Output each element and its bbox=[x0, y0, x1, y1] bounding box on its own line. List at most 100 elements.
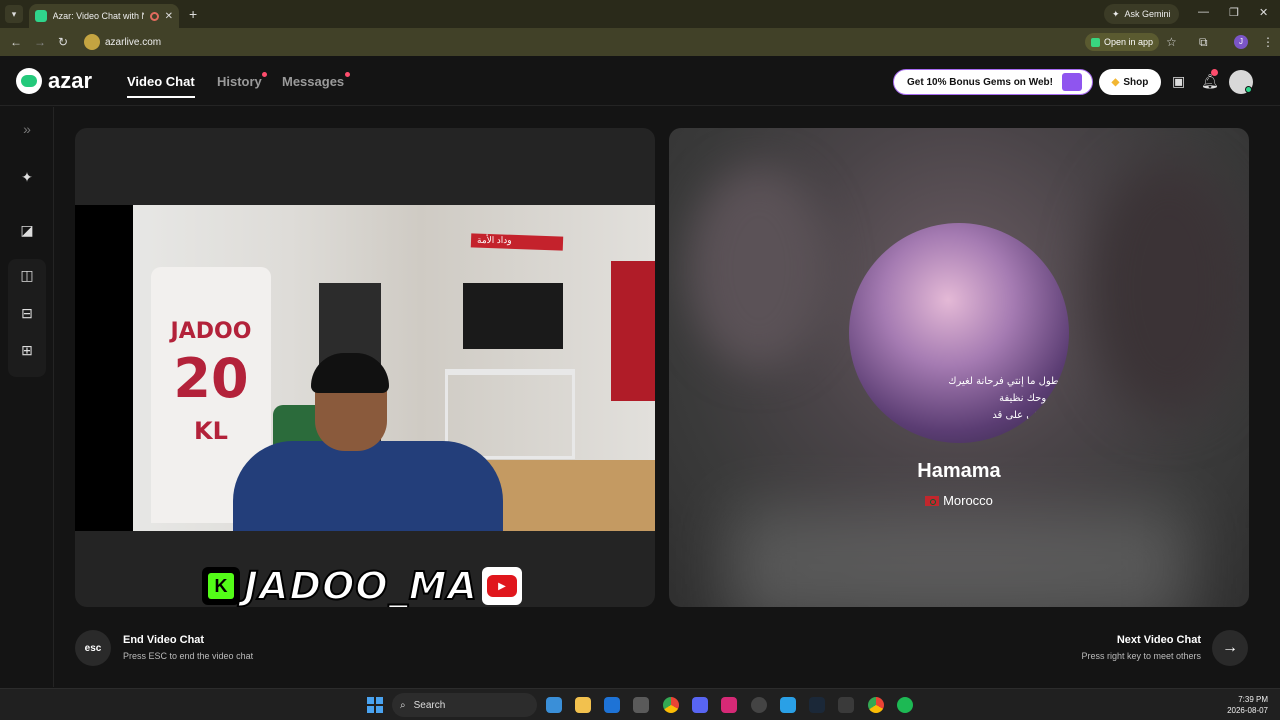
shop-label: Shop bbox=[1123, 76, 1149, 88]
layout-grid-icon[interactable]: ⊞ bbox=[19, 342, 35, 358]
arrow-right-icon: → bbox=[1222, 639, 1238, 656]
search-icon: ⌕ bbox=[400, 699, 406, 711]
windows-taskbar: ⌕ Search 7:39 PM 2026-08-07 bbox=[0, 688, 1280, 720]
outlook-icon[interactable] bbox=[604, 697, 620, 713]
expand-sidebar-icon[interactable]: » bbox=[19, 121, 35, 137]
open-in-app-label: Open in app bbox=[1104, 37, 1154, 47]
jersey-number: 20 bbox=[173, 347, 249, 410]
chrome-icon[interactable] bbox=[663, 697, 679, 713]
nav-history[interactable]: History bbox=[217, 74, 262, 89]
open-in-app-button[interactable]: Open in app bbox=[1085, 33, 1160, 51]
caption-line: بعطيكي على قد bbox=[992, 410, 1059, 421]
recording-icon bbox=[149, 11, 159, 21]
app-header: azar Video Chat History Messages Get 10%… bbox=[0, 56, 1280, 106]
browser-profile-icon[interactable]: J bbox=[1234, 35, 1248, 49]
chrome-active-icon[interactable] bbox=[868, 697, 884, 713]
partner-country: Morocco bbox=[669, 493, 1249, 508]
inbox-icon[interactable]: ▣ bbox=[1172, 73, 1185, 90]
active-nav-underline bbox=[127, 96, 195, 98]
close-window-icon[interactable]: ✕ bbox=[1259, 6, 1268, 19]
instagram-icon[interactable] bbox=[721, 697, 737, 713]
jersey-initials: KL bbox=[194, 417, 228, 445]
morocco-flag-icon bbox=[925, 495, 940, 506]
steam-icon[interactable] bbox=[809, 697, 825, 713]
channel-name: JADOO_MA bbox=[243, 563, 478, 607]
site-info-icon[interactable] bbox=[84, 34, 100, 50]
blurred-background-right bbox=[1089, 158, 1249, 418]
self-camera-feed: JADOO 20 KL وداد الأمة bbox=[75, 205, 655, 531]
system-clock[interactable]: 7:39 PM 2026-08-07 bbox=[1218, 694, 1268, 716]
app-icon-box[interactable] bbox=[838, 697, 854, 713]
history-unread-dot bbox=[262, 72, 267, 77]
azar-logo-icon bbox=[16, 68, 42, 94]
ask-gemini-button[interactable]: ✦ Ask Gemini bbox=[1104, 4, 1179, 24]
file-explorer-icon[interactable] bbox=[575, 697, 591, 713]
clock-date: 2026-08-07 bbox=[1227, 706, 1268, 715]
minimize-icon[interactable]: — bbox=[1198, 6, 1209, 18]
next-chat-title: Next Video Chat bbox=[1116, 634, 1201, 646]
taskbar-search-label: Search bbox=[413, 699, 446, 711]
messages-unread-dot bbox=[345, 72, 350, 77]
caption-line: و روحك نظيفة bbox=[999, 393, 1059, 404]
television bbox=[463, 283, 563, 349]
magic-wand-icon[interactable]: ✦ bbox=[19, 169, 35, 185]
red-jersey bbox=[611, 261, 655, 401]
reload-icon[interactable]: ↻ bbox=[58, 35, 68, 49]
nav-video-chat[interactable]: Video Chat bbox=[127, 74, 195, 89]
next-chat-subtitle: Press right key to meet others bbox=[1081, 651, 1201, 661]
app-icon-blue[interactable] bbox=[780, 697, 796, 713]
azar-logo[interactable]: azar bbox=[16, 68, 92, 94]
gift-icon bbox=[1062, 73, 1082, 91]
end-chat-subtitle: Press ESC to end the video chat bbox=[123, 651, 254, 661]
room-background: JADOO 20 KL وداد الأمة bbox=[133, 205, 655, 531]
new-tab-icon[interactable]: + bbox=[189, 6, 197, 22]
notification-badge bbox=[1211, 69, 1218, 76]
partner-profile-photo: طول ما إنتي فرحانة لغيرك و روحك نظيفة بع… bbox=[849, 223, 1069, 443]
caption-line: طول ما إنتي فرحانة لغيرك bbox=[948, 376, 1059, 387]
gemini-sparkle-icon: ✦ bbox=[1112, 8, 1120, 19]
browser-tab[interactable]: Azar: Video Chat with New ✕ bbox=[29, 4, 179, 28]
scarf-text: وداد الأمة bbox=[477, 235, 512, 245]
tab-title: Azar: Video Chat with New bbox=[52, 11, 144, 21]
layout-stacked-icon[interactable]: ⊟ bbox=[19, 305, 35, 321]
forward-icon[interactable]: → bbox=[34, 35, 46, 49]
discord-icon[interactable] bbox=[692, 697, 708, 713]
clock-time: 7:39 PM bbox=[1238, 695, 1268, 704]
close-tab-icon[interactable]: ✕ bbox=[165, 11, 173, 22]
taskbar-search[interactable]: ⌕ Search bbox=[392, 693, 537, 717]
blurred-background bbox=[689, 168, 829, 368]
promo-label: Get 10% Bonus Gems on Web! bbox=[907, 76, 1053, 88]
layout-side-by-side-icon[interactable]: ◫ bbox=[19, 267, 35, 283]
tab-search-dropdown-icon[interactable]: ▾ bbox=[5, 5, 23, 23]
shop-button[interactable]: ◆ Shop bbox=[1099, 69, 1161, 95]
restore-icon[interactable]: ❐ bbox=[1229, 6, 1239, 19]
end-chat-title: End Video Chat bbox=[123, 634, 205, 646]
store-icon[interactable] bbox=[633, 697, 649, 713]
nav-messages[interactable]: Messages bbox=[282, 74, 344, 89]
logo-text: azar bbox=[48, 68, 93, 93]
next-video-chat-button[interactable]: → bbox=[1212, 630, 1248, 666]
end-video-chat-button[interactable]: esc bbox=[75, 630, 111, 666]
self-video-panel: JADOO 20 KL وداد الأمة K JADOO_MA ▶ bbox=[75, 128, 655, 607]
left-sidebar: » ✦ ◪ ◫ ⊟ ⊞ bbox=[0, 107, 54, 687]
sticker-icon[interactable]: ◪ bbox=[19, 222, 35, 238]
partner-name: Hamama bbox=[917, 460, 1001, 482]
browser-menu-icon[interactable]: ⋮ bbox=[1262, 35, 1274, 49]
app-icon-generic[interactable] bbox=[751, 697, 767, 713]
partner-country-label: Morocco bbox=[943, 493, 993, 508]
online-status-dot bbox=[1245, 86, 1252, 93]
jersey-name: JADOO bbox=[170, 319, 252, 344]
extensions-icon[interactable]: ⧉ bbox=[1199, 35, 1208, 50]
azar-favicon-icon bbox=[35, 10, 47, 22]
back-icon[interactable]: ← bbox=[10, 35, 22, 49]
widgets-icon[interactable] bbox=[546, 697, 562, 713]
kick-logo-icon: K bbox=[202, 567, 240, 605]
ask-gemini-label: Ask Gemini bbox=[1124, 9, 1171, 19]
spotify-icon[interactable] bbox=[897, 697, 913, 713]
browser-tab-bar: ▾ Azar: Video Chat with New ✕ + bbox=[0, 0, 1280, 28]
youtube-logo-icon: ▶ bbox=[481, 567, 522, 605]
windows-start-icon[interactable] bbox=[367, 697, 383, 713]
url-field[interactable]: azarlive.com bbox=[105, 37, 161, 48]
bookmark-star-icon[interactable]: ☆ bbox=[1166, 35, 1177, 49]
partner-video-panel: طول ما إنتي فرحانة لغيرك و روحك نظيفة بع… bbox=[669, 128, 1249, 607]
